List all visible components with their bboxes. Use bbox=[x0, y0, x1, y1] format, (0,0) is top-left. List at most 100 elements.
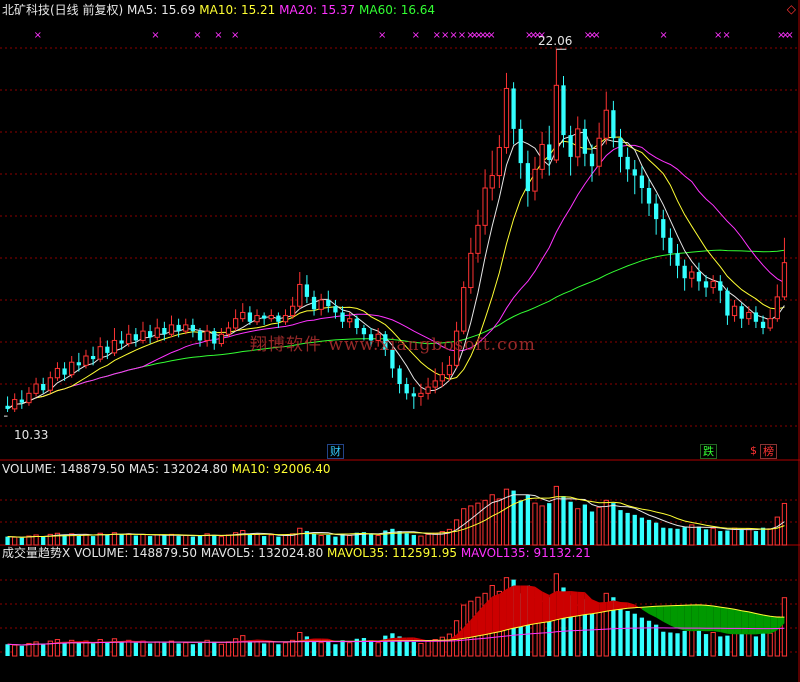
candle-body-up bbox=[69, 361, 75, 376]
candle-body-up bbox=[168, 324, 175, 335]
candle-body-up bbox=[97, 346, 103, 360]
trend-bar-down bbox=[383, 635, 388, 656]
candle-body-up bbox=[297, 283, 303, 307]
candle-body-down bbox=[511, 88, 516, 129]
candle-body-down bbox=[654, 203, 659, 220]
candle-body-up bbox=[347, 318, 353, 323]
trend-bar-down bbox=[41, 644, 46, 656]
trend-bar-down bbox=[133, 642, 138, 656]
volume-bar-up bbox=[183, 535, 189, 546]
chart-header: 北矿科技(日线 前复权) MA5: 15.69 MA10: 15.21 MA20… bbox=[2, 3, 435, 17]
candle-body-up bbox=[553, 84, 560, 161]
volume-bar-up bbox=[689, 524, 695, 546]
candle-body-down bbox=[518, 128, 523, 164]
volume-bar-up bbox=[731, 527, 738, 546]
candle-body-up bbox=[290, 305, 296, 317]
volume-bar-down bbox=[589, 511, 595, 545]
candle-body-down bbox=[561, 85, 566, 136]
candle-body-up bbox=[111, 339, 118, 354]
volume-bar-down bbox=[518, 500, 523, 545]
finance-badge[interactable]: 财 bbox=[327, 444, 344, 459]
trend-bar-up bbox=[432, 639, 438, 657]
candle-body-down bbox=[589, 153, 595, 167]
volume-bar-down bbox=[76, 535, 81, 545]
trend-area-down bbox=[727, 608, 735, 635]
candle-body-down bbox=[119, 340, 124, 344]
rank-badge[interactable]: 榜 bbox=[760, 444, 777, 459]
trend-bar-up bbox=[710, 632, 716, 657]
volume-bar-down bbox=[276, 536, 281, 545]
volume-bar-down bbox=[333, 536, 338, 545]
volume-bar-down bbox=[262, 536, 267, 545]
candle-body-up bbox=[503, 87, 510, 149]
volume-bar-down bbox=[368, 533, 374, 545]
ma10-value: MA10: 15.21 bbox=[199, 3, 276, 17]
trend-bar-down bbox=[262, 643, 267, 656]
diamond-icon[interactable]: ◇ bbox=[787, 2, 796, 16]
trend-area-down bbox=[691, 604, 699, 632]
trend-bar-down bbox=[703, 634, 709, 656]
volume-bar-up bbox=[225, 534, 232, 546]
volume-bar-up bbox=[575, 508, 581, 546]
trend-bar-up bbox=[168, 640, 175, 657]
candle-body-up bbox=[489, 175, 495, 189]
trend-bar-down bbox=[675, 633, 680, 656]
candle-body-up bbox=[140, 330, 146, 341]
volume-bar-up bbox=[268, 534, 274, 546]
trend-mavol135: MAVOL135: 91132.21 bbox=[460, 546, 591, 560]
trend-area-down bbox=[656, 606, 664, 622]
volume-bar-down bbox=[411, 534, 416, 545]
volume-bar-down bbox=[739, 529, 744, 545]
candle-body-down bbox=[247, 312, 253, 322]
trend-bar-down bbox=[696, 630, 702, 656]
candle-body-up bbox=[781, 262, 788, 298]
volume-bar-down bbox=[639, 517, 645, 545]
trend-bar-down bbox=[718, 636, 723, 656]
signal-mark: × bbox=[441, 30, 449, 41]
trend-bar-up bbox=[418, 642, 424, 657]
volume-bar-down bbox=[105, 534, 110, 545]
ma5-value: MA5: 15.69 bbox=[127, 3, 196, 17]
candle-body-down bbox=[304, 284, 310, 297]
signal-mark: × bbox=[193, 30, 201, 41]
trend-bar-up bbox=[282, 642, 289, 657]
volume-bar-up bbox=[297, 527, 303, 546]
volume-bar-up bbox=[461, 508, 467, 546]
drop-badge[interactable]: 跌 bbox=[700, 444, 717, 459]
volume-bar-down bbox=[62, 534, 67, 545]
signal-mark: × bbox=[214, 30, 222, 41]
candle-body-down bbox=[568, 135, 573, 157]
trend-bar-down bbox=[119, 641, 124, 656]
trend-mavol5: MAVOL5: 132024.80 bbox=[200, 546, 324, 560]
candle-body-up bbox=[532, 168, 538, 192]
candle-body-down bbox=[753, 312, 759, 322]
trend-bar-down bbox=[176, 643, 181, 656]
trend-area-down bbox=[663, 605, 671, 626]
ma10-line bbox=[7, 136, 785, 410]
trend-area-down bbox=[755, 613, 764, 635]
candle-body-up bbox=[496, 147, 502, 177]
trend-area-up bbox=[527, 585, 535, 626]
trend-bar-up bbox=[254, 640, 260, 657]
trend-bar-down bbox=[19, 645, 24, 656]
candle-body-up bbox=[26, 392, 32, 404]
volume-bar-up bbox=[596, 506, 602, 546]
stock-title: 北矿科技(日线 前复权) bbox=[2, 3, 124, 17]
candle-body-up bbox=[268, 315, 274, 320]
volume-bar-down bbox=[611, 503, 616, 545]
signal-mark: × bbox=[433, 30, 441, 41]
trend-area-up bbox=[492, 593, 500, 634]
volume-bar-down bbox=[90, 536, 96, 545]
volume-bar-up bbox=[468, 505, 474, 546]
chart-stage: × × × × × × × × × × × × × × × × × × × × × × × × × × × × × × 北矿科技(日线 前… bbox=[0, 0, 800, 682]
candle-body-up bbox=[232, 318, 239, 329]
trend-bar-down bbox=[105, 641, 110, 656]
trend-bar-down bbox=[62, 641, 67, 656]
dollar-badge[interactable]: $ bbox=[748, 444, 759, 457]
candle-body-up bbox=[575, 128, 581, 158]
candle-body-down bbox=[276, 315, 281, 322]
candle-body-up bbox=[432, 380, 438, 388]
trend-area-up bbox=[606, 600, 614, 612]
trend-bar-up bbox=[218, 643, 225, 657]
trend-bar-down bbox=[639, 617, 645, 656]
